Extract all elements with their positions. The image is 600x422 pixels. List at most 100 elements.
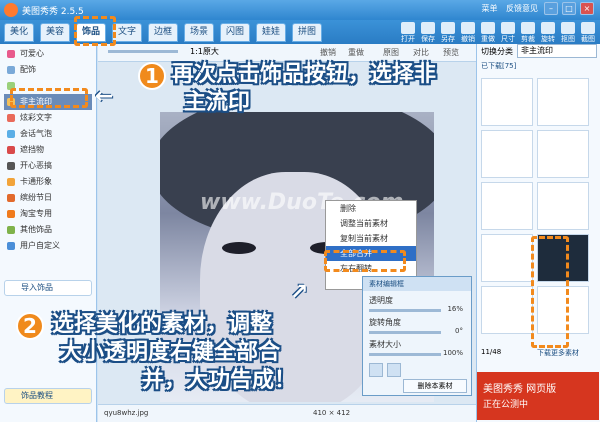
import-accessory-button[interactable]: 导入饰品 <box>4 280 92 296</box>
highlight-nonmainstream-item <box>10 88 88 108</box>
folder-icon <box>401 22 415 34</box>
downloaded-tab[interactable]: 已下载[75] <box>481 61 516 71</box>
menu-item-adjust[interactable]: 调整当前素材 <box>326 216 416 231</box>
minimize-icon[interactable]: – <box>544 2 558 15</box>
tab-doll[interactable]: 娃娃 <box>256 23 286 42</box>
tab-frame[interactable]: 边框 <box>148 23 178 42</box>
sidebar-item-ornaments[interactable]: 配饰 <box>4 62 92 78</box>
text-icon <box>7 114 15 122</box>
sidebar-item-funny[interactable]: 开心恶搞 <box>4 158 92 174</box>
undo-icon <box>461 22 475 34</box>
panel-title: 素材编辑框 <box>363 277 471 291</box>
redo-button[interactable]: 重做 <box>478 22 498 44</box>
rotate-icon[interactable] <box>387 363 401 377</box>
save-as-button[interactable]: 另存 <box>438 22 458 44</box>
sidebar-item-other[interactable]: 其他饰品 <box>4 222 92 238</box>
sidebar-item-speech-bubble[interactable]: 会话气泡 <box>4 126 92 142</box>
status-bar: qyu8whz.jpg 410 × 412 <box>98 404 476 422</box>
ornament-icon <box>7 66 15 74</box>
title-menu: 菜单 反馈意见 <box>475 3 538 14</box>
delete-material-button[interactable]: 删除本素材 <box>403 379 467 393</box>
web-version-ad[interactable]: 美图秀秀 网页版 正在公测中 <box>477 372 599 420</box>
save-button[interactable]: 保存 <box>418 22 438 44</box>
tutorial-button[interactable]: 饰品教程 <box>4 388 92 404</box>
redo-link[interactable]: 重做 <box>348 47 364 58</box>
menu-item-delete[interactable]: 删除 <box>326 201 416 216</box>
maximize-icon[interactable]: □ <box>562 2 576 15</box>
tab-flash[interactable]: 闪图 <box>220 23 250 42</box>
close-icon[interactable]: × <box>580 2 594 15</box>
file-name: qyu8whz.jpg <box>104 409 149 417</box>
resize-button[interactable]: 尺寸 <box>498 22 518 44</box>
cutout-button[interactable]: 抠图 <box>558 22 578 44</box>
material-thumb[interactable] <box>537 130 589 178</box>
highlight-selected-material <box>531 236 569 348</box>
tab-scene[interactable]: 场景 <box>184 23 214 42</box>
material-thumb[interactable] <box>481 234 533 282</box>
open-button[interactable]: 打开 <box>398 22 418 44</box>
material-thumb[interactable] <box>481 78 533 126</box>
crop-button[interactable]: 剪裁 <box>518 22 538 44</box>
material-thumb[interactable] <box>481 130 533 178</box>
screenshot-button[interactable]: 截图 <box>578 22 598 44</box>
rotate-button[interactable]: 旋转 <box>538 22 558 44</box>
other-icon <box>7 226 15 234</box>
menu-button[interactable]: 菜单 <box>481 4 497 13</box>
material-thumb[interactable] <box>481 286 533 334</box>
category-label: 切换分类 <box>481 47 513 56</box>
material-thumb[interactable] <box>537 78 589 126</box>
zoom-label[interactable]: 1:1原大 <box>190 46 219 57</box>
tab-collage[interactable]: 拼图 <box>292 23 322 42</box>
left-eye <box>222 242 256 254</box>
pager: 11/48 <box>481 348 502 356</box>
material-panel: 切换分类 非主流印 已下载[75] 11/48 下载更多素材 <box>476 44 600 422</box>
rotate-label: 旋转角度 <box>369 318 401 327</box>
undo-button[interactable]: 撤销 <box>458 22 478 44</box>
window-title: 美图秀秀 2.5.5 <box>22 7 84 17</box>
heart-icon <box>7 50 15 58</box>
sidebar-item-custom[interactable]: 用户自定义 <box>4 238 92 254</box>
download-more-link[interactable]: 下载更多素材 <box>537 348 579 358</box>
highlight-accessory-tab <box>74 16 116 46</box>
original-link[interactable]: 原图 <box>383 47 399 58</box>
feedback-button[interactable]: 反馈意见 <box>506 4 538 13</box>
sidebar-item-holiday[interactable]: 缤纷节日 <box>4 190 92 206</box>
step-2-text-line3: 并，大功告成！ <box>142 368 297 393</box>
tab-text[interactable]: 文字 <box>112 23 142 42</box>
zoom-slider[interactable] <box>108 50 178 53</box>
sidebar-item-color-text[interactable]: 炫彩文字 <box>4 110 92 126</box>
sidebar-item-cute-heart[interactable]: 可爱心 <box>4 46 92 62</box>
sidebar-item-taobao[interactable]: 淘宝专用 <box>4 206 92 222</box>
funny-icon <box>7 162 15 170</box>
tab-beauty[interactable]: 美容 <box>40 23 70 42</box>
canvas-toolbar: 1:1原大 撤销 重做 原图 对比 预览 <box>98 44 476 62</box>
category-select[interactable]: 非主流印 <box>517 44 597 58</box>
user-icon <box>7 242 15 250</box>
save-as-icon <box>441 22 455 34</box>
step-1-text-line2: 主流印 <box>184 90 251 115</box>
flip-icon[interactable] <box>369 363 383 377</box>
material-thumb[interactable] <box>481 182 533 230</box>
compare-link[interactable]: 对比 <box>413 47 429 58</box>
step-2-badge: 2 <box>16 312 44 340</box>
cover-icon <box>7 146 15 154</box>
material-thumb[interactable] <box>537 182 589 230</box>
step-2-text-line2: 大小透明度右键全部合 <box>60 340 281 365</box>
save-icon <box>421 22 435 34</box>
size-value: 100% <box>442 349 463 357</box>
preview-link[interactable]: 预览 <box>443 47 459 58</box>
tab-beautify[interactable]: 美化 <box>4 23 34 42</box>
menu-item-copy[interactable]: 复制当前素材 <box>326 231 416 246</box>
rotate-slider[interactable] <box>369 331 441 334</box>
sidebar-item-cartoon[interactable]: 卡通形象 <box>4 174 92 190</box>
holiday-icon <box>7 194 15 202</box>
screenshot-icon <box>581 22 595 34</box>
step-1-badge: 1 <box>138 62 166 90</box>
undo-link[interactable]: 撤销 <box>320 47 336 58</box>
sidebar-item-cover[interactable]: 遮挡物 <box>4 142 92 158</box>
redo-icon <box>481 22 495 34</box>
app-logo-icon <box>4 3 18 17</box>
size-slider[interactable] <box>369 353 441 356</box>
transparency-label: 透明度 <box>369 296 393 305</box>
transparency-slider[interactable] <box>369 309 441 312</box>
